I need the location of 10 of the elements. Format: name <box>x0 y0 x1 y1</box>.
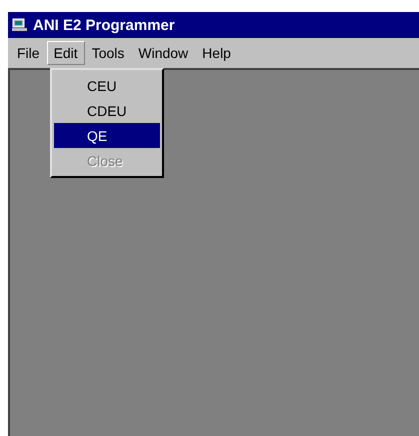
menu-item[interactable]: File <box>10 41 47 65</box>
menu-item[interactable]: Help <box>195 41 238 65</box>
computer-icon <box>11 18 29 32</box>
menu-item[interactable]: Tools <box>84 41 132 65</box>
menu-option[interactable]: CDEU <box>54 98 160 123</box>
menu-option[interactable]: CEU <box>54 73 160 98</box>
menu-item[interactable]: Edit <box>46 41 85 65</box>
menu-option[interactable]: QE <box>54 123 160 148</box>
window-title: ANI E2 Programmer <box>33 16 175 34</box>
menu-item[interactable]: Window <box>131 41 196 65</box>
